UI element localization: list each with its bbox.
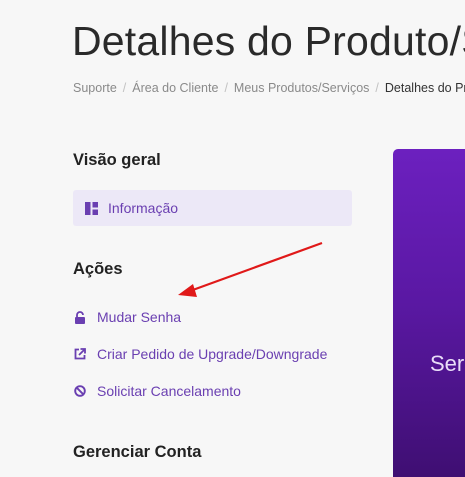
action-mudar-senha[interactable]: Mudar Senha [73,309,181,325]
action-label: Criar Pedido de Upgrade/Downgrade [97,346,328,362]
action-label: Solicitar Cancelamento [97,383,241,399]
page: Detalhes do Produto/Serviço Suporte / Ár… [0,0,465,477]
ban-icon [73,384,87,398]
breadcrumb-separator: / [122,81,127,95]
breadcrumb: Suporte / Área do Cliente / Meus Produto… [73,81,465,95]
dashboard-icon [85,201,98,215]
sidebar-item-label: Informação [108,200,179,216]
action-upgrade-downgrade[interactable]: Criar Pedido de Upgrade/Downgrade [73,346,327,362]
breadcrumb-area-do-cliente[interactable]: Área do Cliente [132,81,218,95]
actions-heading: Ações [73,260,123,278]
product-panel: Ser [393,149,465,477]
breadcrumb-current: Detalhes do Produto [384,81,465,95]
breadcrumb-suporte[interactable]: Suporte [73,81,117,95]
action-label: Mudar Senha [97,309,182,325]
panel-text: Ser [430,351,465,376]
action-solicitar-cancelamento[interactable]: Solicitar Cancelamento [73,383,241,399]
breadcrumb-meus-produtos[interactable]: Meus Produtos/Serviços [234,81,369,95]
breadcrumb-separator: / [224,81,228,95]
sidebar-item-informacao[interactable]: Informação [73,190,352,226]
lock-icon [73,310,87,324]
manage-account-heading: Gerenciar Conta [73,443,202,461]
breadcrumb-separator: / [375,81,379,95]
overview-heading: Visão geral [73,151,161,169]
external-link-icon [73,347,87,361]
page-title: Detalhes do Produto/Serviço [72,18,465,64]
